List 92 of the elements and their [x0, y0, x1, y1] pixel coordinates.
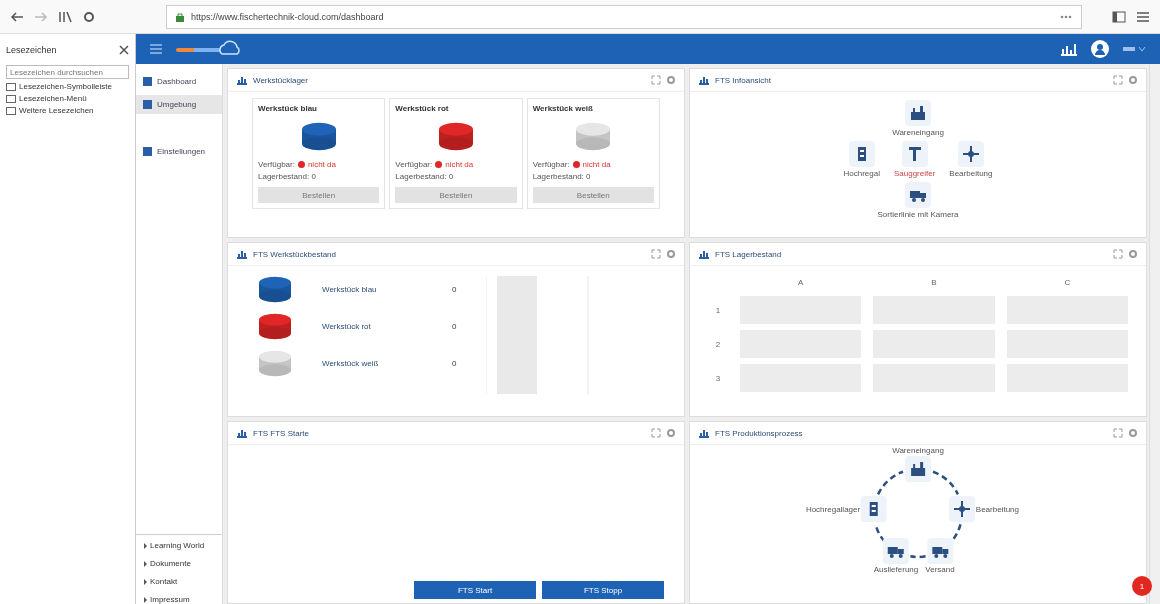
- chart-icon: [236, 75, 248, 85]
- language-icon[interactable]: [1122, 44, 1146, 54]
- panel-title: FTS Lagerbestand: [715, 249, 782, 259]
- connector-arc: [874, 524, 886, 543]
- factory-icon[interactable]: [908, 103, 928, 123]
- item-name: Werkstück rot: [322, 322, 372, 331]
- chart-icon: [698, 249, 710, 259]
- order-button[interactable]: Bestellen: [532, 187, 654, 203]
- node-label: Hochregallager: [805, 504, 861, 514]
- menu-icon[interactable]: [1136, 10, 1150, 23]
- row-label: 1: [714, 305, 722, 315]
- bookmark-folder[interactable]: Weitere Lesezeichen: [6, 106, 129, 115]
- node-label: Wareneingang: [892, 128, 944, 137]
- chart-icon: [698, 75, 710, 85]
- item-count: 0: [452, 322, 457, 331]
- status-text: nicht da: [582, 160, 611, 169]
- sidebar-item[interactable]: Einstellungen: [136, 142, 222, 161]
- back-icon[interactable]: [10, 10, 24, 23]
- card-title: Werkstück rot: [395, 104, 450, 113]
- library-icon[interactable]: [58, 10, 72, 23]
- expand-icon[interactable]: [651, 75, 661, 85]
- stock-count: Lagerbestand: 0: [395, 172, 455, 181]
- bookmark-folder[interactable]: Lesezeichen-Menü: [6, 94, 129, 103]
- control-button[interactable]: FTS Stopp: [542, 581, 664, 599]
- footer-link[interactable]: Kontakt: [144, 577, 222, 586]
- stock-count: Lagerbestand: 0: [532, 172, 592, 181]
- item-count: 0: [452, 359, 457, 368]
- panel-title: FTS Infoansicht: [715, 75, 772, 85]
- status-label: Verfügbar:: [395, 160, 433, 169]
- menu-icon[interactable]: [150, 44, 162, 54]
- footer-link[interactable]: Dokumente: [144, 559, 222, 568]
- chart-icon: [236, 249, 248, 259]
- control-button[interactable]: FTS Start: [414, 581, 536, 599]
- row-label: 3: [714, 373, 722, 383]
- status-dot-icon: [297, 161, 305, 168]
- connector-arc: [932, 470, 959, 495]
- expand-icon[interactable]: [651, 428, 661, 438]
- row-label: 2: [714, 339, 722, 349]
- status-text: nicht da: [445, 160, 474, 169]
- crosshair-icon[interactable]: [951, 499, 972, 520]
- column-label: B: [930, 277, 938, 287]
- node-label: Bearbeitung: [949, 169, 993, 178]
- node-label: Auslieferung: [873, 565, 919, 575]
- chart-icon: [698, 428, 710, 438]
- bookmark-folder[interactable]: Lesezeichen-Symbolleiste: [6, 82, 129, 91]
- footer-link[interactable]: Impressum: [144, 595, 222, 604]
- column-label: C: [1063, 277, 1072, 287]
- node-label: Sauggreifer: [893, 169, 936, 178]
- sidebar-item[interactable]: Umgebung: [136, 95, 222, 114]
- search-field[interactable]: Lesezeichen durchsuchen: [6, 65, 129, 79]
- node-label: Versand: [925, 565, 955, 575]
- item-name: Werkstück weiß: [322, 359, 380, 368]
- user-icon[interactable]: [1090, 39, 1110, 59]
- expand-icon[interactable]: [651, 249, 661, 259]
- sidebar-item[interactable]: Dashboard: [136, 72, 222, 91]
- item-name: Werkstück blau: [322, 285, 378, 294]
- expand-icon[interactable]: [1113, 428, 1123, 438]
- node-label: Bearbeitung: [975, 504, 1019, 514]
- connector-arc: [910, 555, 926, 559]
- status-dot-icon: [435, 161, 443, 168]
- status-label: Verfügbar:: [258, 160, 295, 169]
- panel-title[interactable]: Lesezeichen: [6, 45, 57, 55]
- factory-icon[interactable]: [908, 459, 928, 479]
- status-dot-icon: [572, 161, 580, 168]
- column-label: A: [797, 277, 805, 287]
- footer-link[interactable]: Learning World: [144, 541, 222, 550]
- status-label: Verfügbar:: [532, 160, 570, 169]
- order-button[interactable]: Bestellen: [395, 187, 517, 203]
- order-button[interactable]: Bestellen: [258, 187, 380, 203]
- address-field[interactable]: https://www.fischertechnik-cloud.com/dashboard: [166, 4, 1082, 29]
- node-label: Wareneingang: [892, 446, 944, 455]
- card-title: Werkstück weiß: [532, 104, 594, 113]
- item-count: 0: [452, 285, 457, 294]
- connector-arc: [877, 470, 904, 495]
- panel-title: FTS Produktionsprozess: [715, 428, 803, 438]
- stock-count: Lagerbestand: 0: [258, 172, 317, 181]
- chart-icon: [236, 428, 248, 438]
- lock-icon: [175, 11, 185, 22]
- node-label: Sortierlinie mit Kamera: [877, 210, 959, 219]
- expand-icon[interactable]: [1113, 249, 1123, 259]
- expand-icon[interactable]: [1113, 75, 1123, 85]
- sidebar-icon[interactable]: [1112, 10, 1126, 23]
- url-text: https://www.fischertechnik-cloud.com/dashboard: [191, 11, 385, 22]
- panel-title: Werkstücklager: [253, 75, 308, 85]
- crosshair-icon[interactable]: [960, 144, 981, 164]
- node-label: Hochregal: [843, 169, 880, 178]
- panel-title: FTS Werkstückbestand: [253, 249, 336, 259]
- card-title: Werkstück blau: [258, 104, 318, 113]
- panel-title: FTS FTS Starte: [253, 428, 309, 438]
- close-icon[interactable]: [119, 45, 129, 55]
- chart-icon[interactable]: [1060, 42, 1078, 56]
- status-text: nicht da: [307, 160, 336, 169]
